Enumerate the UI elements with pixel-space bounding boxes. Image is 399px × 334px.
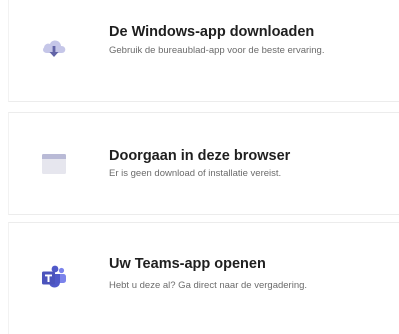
option-description: Gebruik de bureaublad-app voor de beste … bbox=[109, 45, 325, 56]
option-title: Doorgaan in deze browser bbox=[109, 148, 291, 164]
option-description: Hebt u deze al? Ga direct naar de vergad… bbox=[109, 280, 308, 291]
cloud-download-icon bbox=[40, 34, 68, 62]
open-teams-app-option[interactable]: Uw Teams-app openen Hebt u deze al? Ga d… bbox=[8, 222, 399, 334]
option-description: Er is geen download of installatie verei… bbox=[109, 168, 282, 179]
download-windows-app-option[interactable]: De Windows-app downloaden Gebruik de bur… bbox=[8, 0, 399, 102]
browser-window-icon bbox=[40, 150, 68, 178]
continue-in-browser-option[interactable]: Doorgaan in deze browser Er is geen down… bbox=[8, 112, 399, 215]
option-title: Uw Teams-app openen bbox=[109, 256, 266, 272]
launcher-options-panel: De Windows-app downloaden Gebruik de bur… bbox=[0, 0, 399, 334]
option-title: De Windows-app downloaden bbox=[109, 24, 315, 40]
teams-logo-icon bbox=[40, 263, 68, 291]
